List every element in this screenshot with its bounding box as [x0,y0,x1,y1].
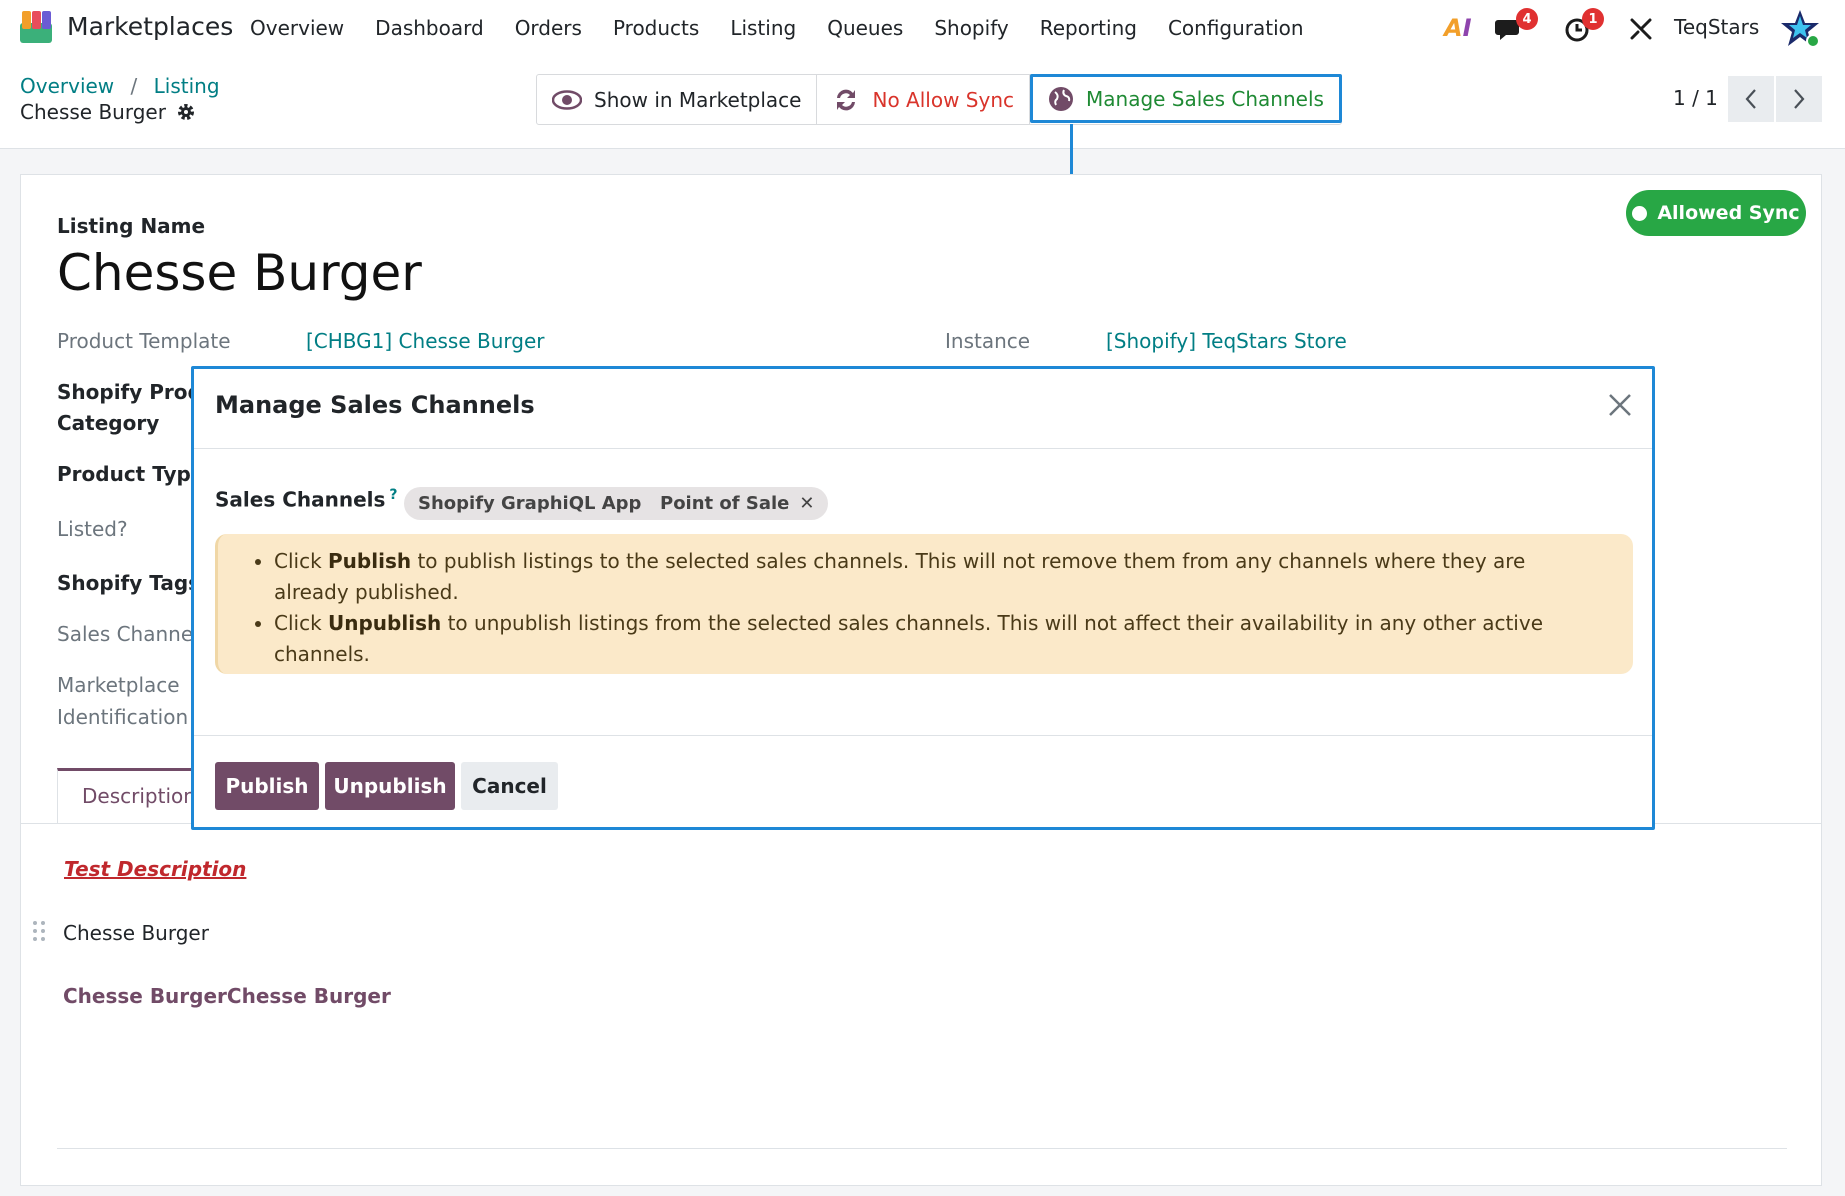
dialog-header: Manage Sales Channels [194,369,1652,449]
record-name: Chesse Burger [20,100,166,124]
marketplace-identification-label-cont: Identification [57,705,189,729]
shopify-tags-label: Shopify Tags [57,571,201,595]
remove-tag-icon[interactable]: ✕ [799,493,814,514]
menu-item-reporting[interactable]: Reporting [1040,16,1137,40]
record-title: Chesse Burger [20,100,196,124]
pager-value[interactable]: 1 / 1 [1673,86,1718,110]
no-allow-sync-button[interactable]: No Allow Sync [817,75,1030,124]
gear-icon[interactable] [176,102,196,122]
sales-channels-field-label: Sales Channels? [215,487,398,512]
listing-name-value[interactable]: Chesse Burger [57,244,422,302]
instance-link[interactable]: [Shopify] TeqStars Store [1106,329,1347,353]
unpublish-button[interactable]: Unpublish [325,762,455,810]
app-name[interactable]: Marketplaces [67,12,233,41]
close-icon[interactable] [1606,391,1634,419]
main-menu: Overview Dashboard Orders Products Listi… [250,16,1335,40]
sales-channels-label: Sales Channel [57,622,199,646]
menu-item-products[interactable]: Products [613,16,699,40]
description-test-text[interactable]: Test Description [64,857,246,881]
help-tooltip-icon[interactable]: ? [389,487,397,503]
menu-item-orders[interactable]: Orders [515,16,582,40]
info-unpublish-item: Click Unpublish to unpublish listings fr… [274,608,1594,670]
marketplaces-app-icon[interactable] [18,9,54,45]
listing-name-label: Listing Name [57,214,206,238]
sheet-bottom-divider [57,1148,1787,1149]
publish-button[interactable]: Publish [215,762,319,810]
show-in-marketplace-button[interactable]: Show in Marketplace [537,75,818,124]
show-in-marketplace-label: Show in Marketplace [594,87,802,112]
menu-item-listing[interactable]: Listing [730,16,796,40]
smart-button-group: Show in Marketplace No Allow Sync Manage… [536,74,1342,125]
sync-status-badge[interactable]: Allowed Sync [1626,190,1806,236]
manage-sales-channels-dialog: Manage Sales Channels Sales Channels? Sh… [191,366,1655,830]
channel-tag-point-of-sale: Point of Sale ✕ [646,487,829,520]
listed-label: Listed? [57,517,128,541]
description-paragraph[interactable]: Chesse Burger [63,921,209,945]
drag-handle-icon[interactable] [32,920,46,942]
marketplace-identification-label: Marketplace [57,673,180,697]
sync-status-label: Allowed Sync [1657,202,1800,224]
product-type-label: Product Type [57,462,205,486]
no-allow-sync-label: No Allow Sync [872,87,1014,112]
company-switcher[interactable]: TeqStars [1674,15,1759,39]
menu-item-shopify[interactable]: Shopify [934,16,1008,40]
pager-next-button[interactable] [1776,76,1822,122]
channel-tag-graphiql: Shopify GraphiQL App ✕ [404,487,681,520]
manage-sales-channels-button[interactable]: Manage Sales Channels [1030,74,1342,123]
menu-item-configuration[interactable]: Configuration [1168,16,1304,40]
globe-icon [1049,86,1073,111]
cancel-button[interactable]: Cancel [461,762,558,810]
breadcrumb-listing[interactable]: Listing [154,74,220,98]
info-publish-item: Click Publish to publish listings to the… [274,546,1594,608]
chevron-right-icon [1794,89,1805,109]
user-avatar[interactable] [1780,8,1820,48]
eye-icon [552,89,582,110]
channel-tag-pos-label: Point of Sale [660,493,790,514]
info-alert: Click Publish to publish listings to the… [215,534,1633,674]
sales-channels-field-text: Sales Channels [215,487,386,512]
instance-label: Instance [945,329,1031,353]
manage-sales-channels-label: Manage Sales Channels [1086,86,1324,111]
messages-badge: 4 [1516,8,1538,30]
tab-description-label: Description [82,784,196,808]
control-panel: Overview / Listing Chesse Burger Show in… [0,56,1845,149]
tools-icon[interactable] [1626,14,1656,44]
pager-previous-button[interactable] [1728,76,1774,122]
breadcrumb: Overview / Listing [20,74,220,98]
activities-badge: 1 [1582,8,1604,30]
menu-item-dashboard[interactable]: Dashboard [375,16,484,40]
channel-tag-graphiql-label: Shopify GraphiQL App [418,493,642,514]
dialog-title: Manage Sales Channels [215,391,535,419]
description-bold-text[interactable]: Chesse BurgerChesse Burger [63,984,391,1008]
menu-item-overview[interactable]: Overview [250,16,344,40]
shopify-product-category-label-cont: Category [57,411,160,435]
refresh-icon [837,89,856,110]
product-template-link[interactable]: [CHBG1] Chesse Burger [306,329,545,353]
breadcrumb-separator: / [130,74,138,98]
product-template-label: Product Template [57,329,231,353]
menu-item-queues[interactable]: Queues [827,16,903,40]
chevron-left-icon [1745,89,1756,109]
dialog-footer: Publish Unpublish Cancel [194,735,1652,830]
top-navbar: Marketplaces Overview Dashboard Orders P… [0,0,1845,56]
breadcrumb-overview[interactable]: Overview [20,74,114,98]
status-dot [1632,205,1648,221]
ai-icon[interactable]: AI [1444,14,1472,42]
